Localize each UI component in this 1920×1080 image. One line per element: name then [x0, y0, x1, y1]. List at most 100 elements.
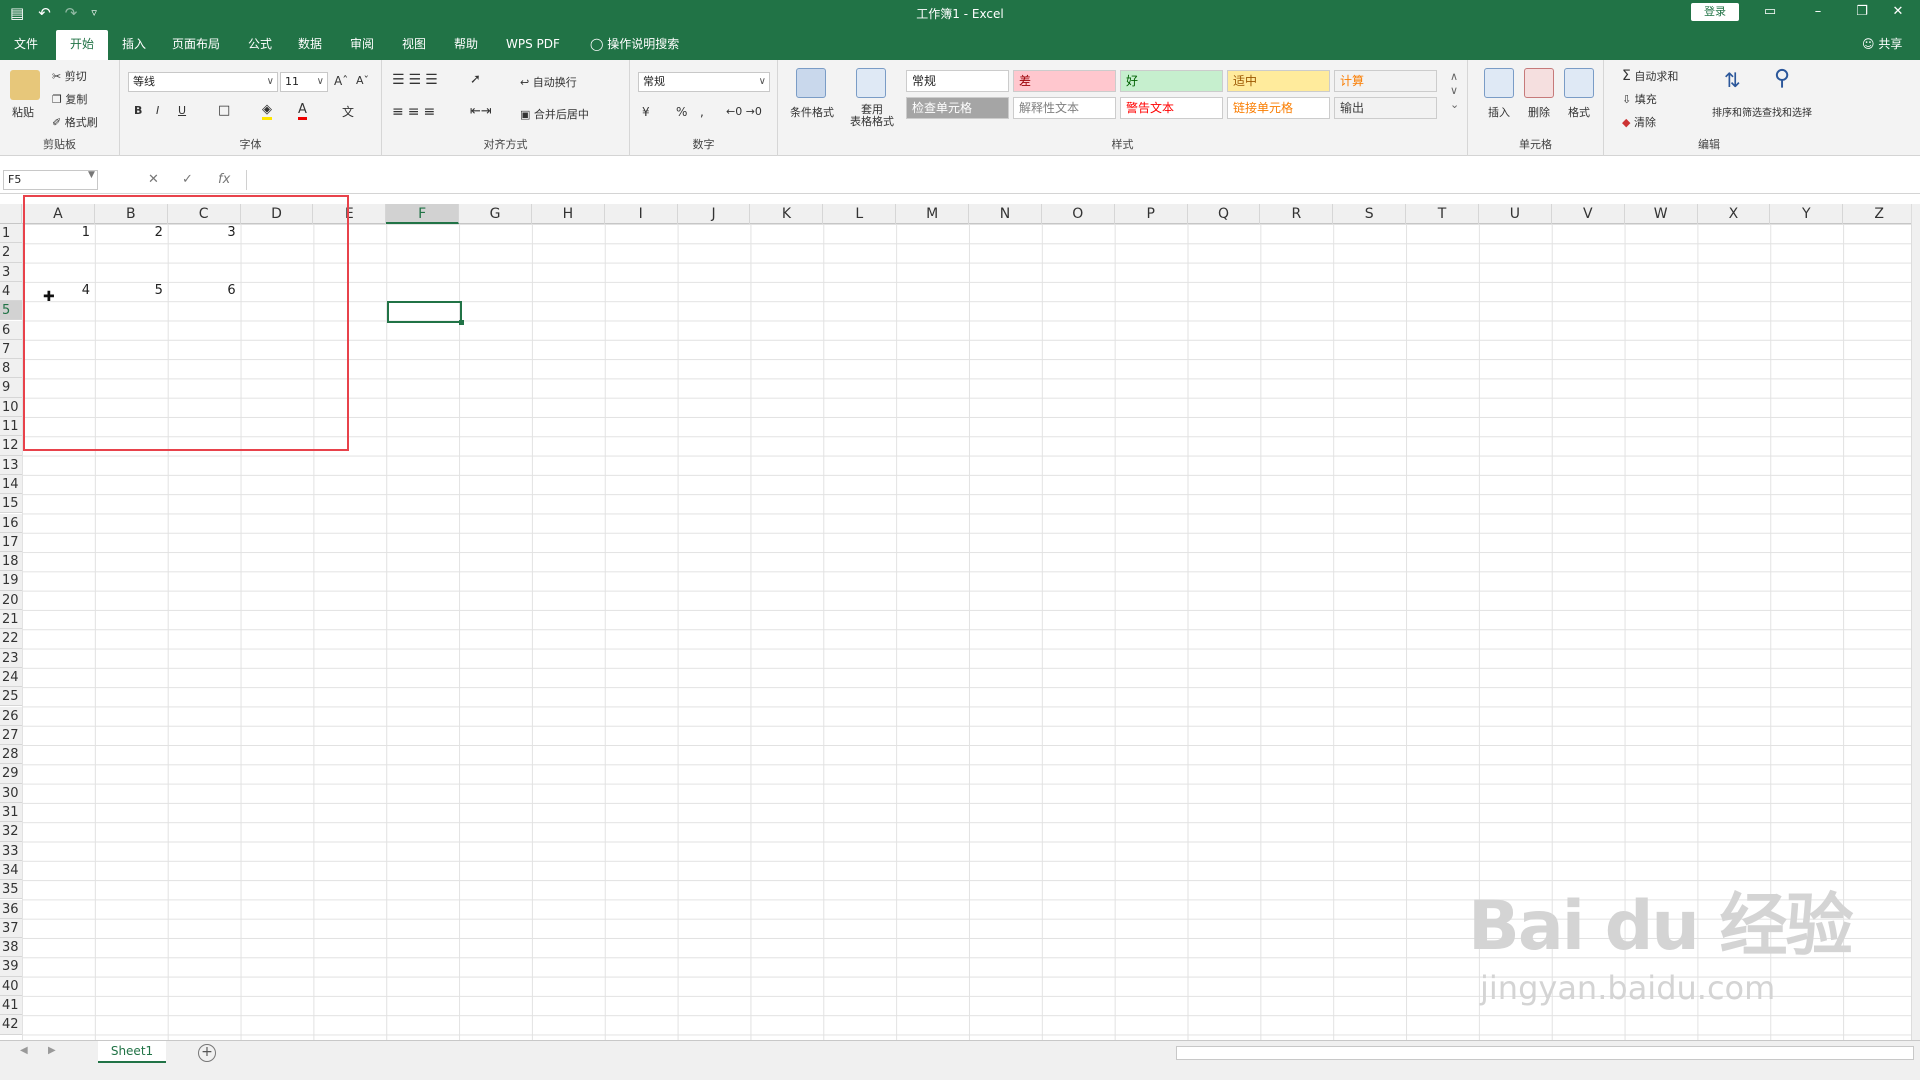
column-header-p[interactable]: P — [1115, 204, 1188, 224]
select-all-corner[interactable] — [0, 204, 22, 224]
vertical-scrollbar[interactable] — [1911, 204, 1920, 1040]
percent-button[interactable]: % — [676, 105, 687, 119]
row-header-16[interactable]: 16 — [0, 513, 22, 533]
format-as-table-icon[interactable] — [856, 68, 886, 98]
add-sheet-button[interactable]: + — [198, 1044, 216, 1062]
row-header-6[interactable]: 6 — [0, 320, 22, 340]
row-header-11[interactable]: 11 — [0, 417, 22, 437]
tab-wps-pdf[interactable]: WPS PDF — [502, 35, 564, 60]
column-header-j[interactable]: J — [678, 204, 751, 224]
row-header-40[interactable]: 40 — [0, 976, 22, 996]
column-header-m[interactable]: M — [896, 204, 970, 224]
orientation-icon[interactable]: ➚ — [470, 72, 481, 87]
cell-style-7[interactable]: 警告文本 — [1120, 97, 1223, 119]
cell-style-2[interactable]: 好 — [1120, 70, 1223, 92]
currency-icon[interactable]: ¥ — [642, 105, 650, 119]
font-grow-button[interactable]: Aˆ — [334, 74, 348, 88]
row-header-5[interactable]: 5 — [0, 301, 22, 321]
tab-file[interactable]: 文件 — [10, 35, 42, 60]
format-cells-label[interactable]: 格式 — [1568, 104, 1590, 120]
column-header-x[interactable]: X — [1698, 204, 1771, 224]
format-painter-button[interactable]: ✐ 格式刷 — [52, 114, 98, 130]
cut-button[interactable]: ✂ 剪切 — [52, 68, 87, 84]
find-select-icon[interactable]: ⚲ — [1774, 66, 1790, 91]
column-header-u[interactable]: U — [1479, 204, 1552, 224]
row-header-3[interactable]: 3 — [0, 262, 22, 282]
row-header-33[interactable]: 33 — [0, 841, 22, 861]
tab-insert[interactable]: 插入 — [118, 35, 150, 60]
vertical-align-icons[interactable]: ☰☰☰ — [392, 72, 442, 88]
row-header-8[interactable]: 8 — [0, 359, 22, 379]
number-format-select[interactable]: 常规 ∨ — [638, 72, 770, 92]
row-header-20[interactable]: 20 — [0, 590, 22, 610]
row-header-23[interactable]: 23 — [0, 648, 22, 668]
phonetic-icon[interactable]: 文 — [342, 103, 354, 120]
fill-button[interactable]: ⇩ 填充 — [1622, 91, 1657, 107]
paste-icon[interactable] — [10, 70, 40, 100]
row-header-24[interactable]: 24 — [0, 667, 22, 688]
row-header-32[interactable]: 32 — [0, 822, 22, 842]
cell-style-3[interactable]: 适中 — [1227, 70, 1330, 92]
horizontal-scrollbar[interactable] — [1176, 1046, 1914, 1060]
column-header-f[interactable]: F — [386, 204, 460, 224]
wrap-text-button[interactable]: ↩ 自动换行 — [520, 74, 577, 90]
login-button[interactable]: 登录 — [1691, 3, 1739, 21]
column-header-k[interactable]: K — [751, 204, 824, 224]
row-header-21[interactable]: 21 — [0, 610, 22, 630]
column-header-h[interactable]: H — [532, 204, 605, 224]
sheet-nav-prev-icon[interactable]: ◀ — [20, 1045, 28, 1056]
cell-style-9[interactable]: 输出 — [1334, 97, 1437, 119]
delete-cells-label[interactable]: 删除 — [1528, 104, 1550, 120]
comma-button[interactable]: , — [700, 105, 704, 119]
row-header-22[interactable]: 22 — [0, 629, 22, 649]
font-shrink-button[interactable]: Aˇ — [356, 74, 369, 87]
cell-style-1[interactable]: 差 — [1013, 70, 1116, 92]
autosum-button[interactable]: Σ 自动求和 — [1622, 68, 1678, 84]
row-header-28[interactable]: 28 — [0, 745, 22, 765]
copy-button[interactable]: ❐ 复制 — [52, 91, 87, 107]
tab-home[interactable]: 开始 — [56, 30, 109, 60]
row-header-2[interactable]: 2 — [0, 243, 22, 263]
underline-button[interactable]: U — [178, 104, 186, 117]
delete-cells-icon[interactable] — [1524, 68, 1554, 98]
row-header-29[interactable]: 29 — [0, 764, 22, 784]
tab-data[interactable]: 数据 — [294, 35, 326, 60]
column-header-s[interactable]: S — [1333, 204, 1407, 224]
column-header-z[interactable]: Z — [1843, 204, 1917, 224]
decimal-icons[interactable]: ←0 →0 — [726, 105, 762, 118]
row-header-10[interactable]: 10 — [0, 397, 22, 417]
row-header-35[interactable]: 35 — [0, 880, 22, 900]
row-header-15[interactable]: 15 — [0, 494, 22, 514]
cell-style-6[interactable]: 解释性文本 — [1013, 97, 1116, 119]
row-header-42[interactable]: 42 — [0, 1015, 22, 1035]
cell-style-8[interactable]: 链接单元格 — [1227, 97, 1330, 119]
conditional-format-icon[interactable] — [796, 68, 826, 98]
row-header-13[interactable]: 13 — [0, 455, 22, 475]
insert-cells-label[interactable]: 插入 — [1488, 104, 1510, 120]
clear-button[interactable]: ◆ 清除 — [1622, 114, 1656, 130]
column-header-o[interactable]: O — [1042, 204, 1115, 224]
tab-help[interactable]: 帮助 — [450, 35, 482, 60]
row-header-34[interactable]: 34 — [0, 860, 22, 881]
share-button[interactable]: ☺ 共享 — [1862, 35, 1902, 52]
tab-page-layout[interactable]: 页面布局 — [168, 35, 224, 60]
enter-icon[interactable]: ✓ — [182, 172, 193, 187]
column-header-v[interactable]: V — [1552, 204, 1625, 224]
font-name-select[interactable]: 等线 ∨ — [128, 72, 278, 92]
row-header-38[interactable]: 38 — [0, 938, 22, 958]
row-header-12[interactable]: 12 — [0, 436, 22, 456]
italic-button[interactable]: I — [156, 104, 159, 117]
column-header-t[interactable]: T — [1406, 204, 1479, 224]
cell-style-0[interactable]: 常规 — [906, 70, 1009, 92]
row-header-1[interactable]: 1 — [0, 224, 22, 244]
column-header-l[interactable]: L — [823, 204, 897, 224]
tab-view[interactable]: 视图 — [398, 35, 430, 60]
insert-function-icon[interactable]: fx — [218, 172, 230, 187]
row-header-18[interactable]: 18 — [0, 552, 22, 572]
sort-filter-icon[interactable]: ⇅ — [1724, 68, 1741, 92]
sheet-nav-next-icon[interactable]: ▶ — [48, 1045, 56, 1056]
format-cells-icon[interactable] — [1564, 68, 1594, 98]
name-box-dropdown-icon[interactable]: ▼ — [88, 170, 95, 180]
font-color-icon[interactable]: A — [298, 102, 307, 120]
tab-formulas[interactable]: 公式 — [244, 35, 276, 60]
